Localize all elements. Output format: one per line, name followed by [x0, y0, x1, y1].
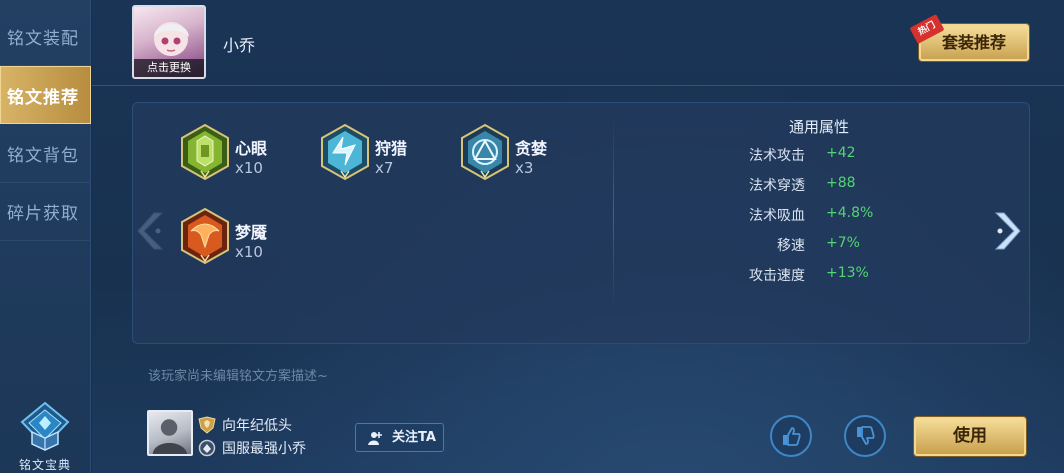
stat-value: +13% [826, 265, 869, 281]
sidebar-item-label: 碎片获取 [7, 204, 79, 224]
rank-medal-icon [198, 416, 216, 434]
use-label: 使用 [953, 426, 987, 446]
rune-item[interactable]: 贪婪 x3 [459, 123, 599, 183]
stat-value: +42 [826, 145, 856, 161]
rune-name: 贪婪 [515, 139, 548, 158]
rune-xinyan-icon [181, 123, 229, 181]
player-name: 向年纪低头 [222, 418, 292, 434]
hero-title-badge-icon [198, 439, 216, 457]
inscription-guide-button[interactable]: 铭文宝典 [10, 400, 80, 473]
inscription-guide-label: 铭文宝典 [18, 458, 71, 472]
rune-name: 心眼 [235, 139, 268, 158]
set-recommend-button[interactable]: 热门 套装推荐 [909, 14, 1029, 61]
next-arrow-icon[interactable] [992, 209, 1022, 253]
stat-value: +88 [826, 175, 856, 191]
rune-item[interactable]: 梦魇 x10 [179, 207, 319, 267]
sidebar-item-label: 铭文推荐 [7, 87, 79, 108]
sidebar-item-inscription-recommend[interactable]: 铭文推荐 [0, 66, 91, 124]
stat-value: +7% [826, 235, 860, 251]
player-portrait-icon [152, 419, 188, 454]
book-icon [20, 401, 70, 451]
follow-button[interactable]: 关注TA [355, 423, 444, 452]
avatar-caption: 点击更换 [134, 59, 204, 77]
rune-count: x10 [235, 243, 263, 261]
sidebar-item-label: 铭文装配 [7, 29, 79, 49]
sidebar: 铭文装配 铭文推荐 铭文背包 碎片获取 铭文宝典 [0, 0, 91, 473]
header: 点击更换 小乔 热门 套装推荐 [92, 0, 1064, 86]
stat-row: 法术攻击 +42 [713, 145, 913, 169]
follow-label: 关注TA [392, 430, 436, 445]
rune-shoulie-icon [321, 123, 369, 181]
panel-divider [613, 117, 614, 312]
stat-label: 移速 [777, 238, 805, 254]
rune-count: x10 [235, 159, 263, 177]
rune-tanlan-icon [461, 123, 509, 181]
stat-row: 法术吸血 +4.8% [713, 205, 913, 229]
stat-label: 法术攻击 [749, 148, 805, 164]
stats-title: 通用属性 [789, 118, 850, 136]
rune-name: 狩猎 [375, 139, 408, 158]
stat-value: +4.8% [826, 205, 874, 221]
hero-portrait-icon [154, 22, 189, 56]
rune-count: x7 [375, 159, 394, 177]
follow-user-icon [368, 432, 382, 445]
inscription-panel: 心眼 x10 狩猎 x7 贪婪 x3 梦魇 x10 通用属性 法术攻击 +42 … [132, 102, 1030, 344]
stat-label: 攻击速度 [749, 268, 805, 284]
sidebar-item-fragment-obtain[interactable]: 碎片获取 [0, 183, 91, 241]
rune-item[interactable]: 心眼 x10 [179, 123, 319, 183]
thumbs-down-icon [857, 426, 875, 445]
hero-avatar[interactable]: 点击更换 [132, 5, 206, 79]
hero-name: 小乔 [223, 36, 256, 55]
sidebar-item-label: 铭文背包 [7, 146, 79, 166]
set-recommend-label: 套装推荐 [941, 33, 1006, 52]
stat-row: 法术穿透 +88 [713, 175, 913, 199]
player-title: 国服最强小乔 [222, 441, 306, 457]
sidebar-item-inscription-bag[interactable]: 铭文背包 [0, 125, 91, 183]
dislike-button[interactable] [844, 415, 886, 457]
rune-name: 梦魇 [235, 223, 268, 242]
stat-label: 法术吸血 [749, 208, 805, 224]
like-button[interactable] [770, 415, 812, 457]
stat-row: 移速 +7% [713, 235, 913, 259]
player-avatar[interactable] [147, 410, 193, 456]
rune-item[interactable]: 狩猎 x7 [319, 123, 459, 183]
hot-badge: 热门 [909, 14, 945, 44]
thumbs-up-icon [783, 427, 801, 446]
use-button[interactable]: 使用 [914, 417, 1026, 456]
sidebar-item-inscription-equip[interactable]: 铭文装配 [0, 8, 91, 66]
stat-label: 法术穿透 [749, 178, 805, 194]
stat-row: 攻击速度 +13% [713, 265, 913, 289]
rune-mengyan-icon [181, 207, 229, 265]
main-area: 点击更换 小乔 热门 套装推荐 心眼 x10 狩猎 x7 贪婪 x3 梦魇 x1… [92, 0, 1064, 473]
rune-count: x3 [515, 159, 534, 177]
scheme-description: 该玩家尚未编辑铭文方案描述~ [148, 369, 328, 384]
